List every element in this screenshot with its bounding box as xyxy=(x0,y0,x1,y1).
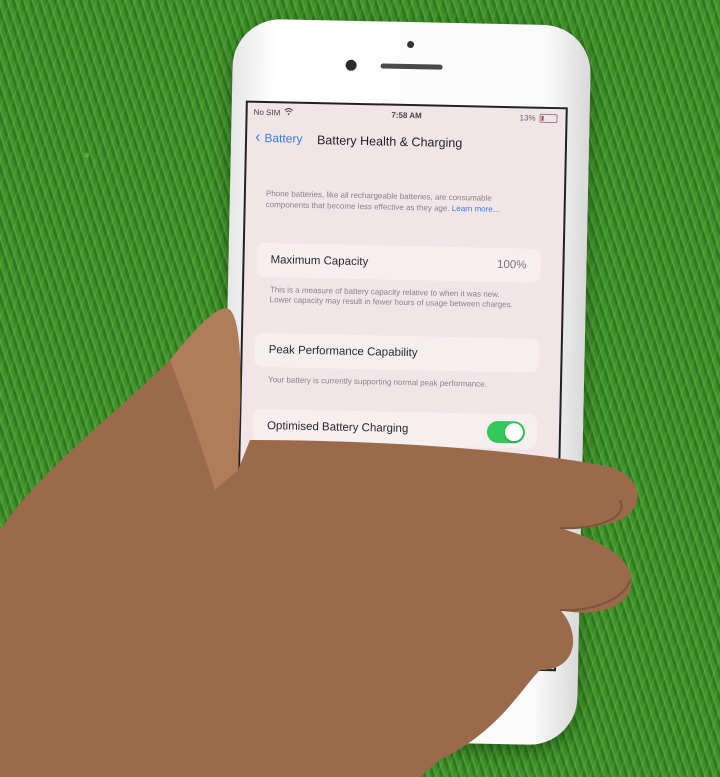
peak-performance-label: Peak Performance Capability xyxy=(268,344,418,360)
maximum-capacity-value: 100% xyxy=(496,258,527,272)
toggle-knob xyxy=(504,423,524,442)
maximum-capacity-row: Maximum Capacity 100% xyxy=(256,242,541,283)
iphone-device: No SIM 7:58 AM 13% ‹ Battery Battery Hea… xyxy=(218,18,592,746)
home-button[interactable] xyxy=(353,660,399,706)
back-button-label: Battery xyxy=(264,131,303,146)
battery-icon xyxy=(539,113,558,124)
phone-screen: No SIM 7:58 AM 13% ‹ Battery Battery Hea… xyxy=(234,100,568,672)
navigation-bar: ‹ Battery Battery Health & Charging xyxy=(247,123,566,160)
maximum-capacity-label: Maximum Capacity xyxy=(270,254,369,269)
back-button[interactable]: ‹ Battery xyxy=(254,128,303,146)
optimised-charging-row: Optimised Battery Charging xyxy=(252,408,538,449)
front-sensor xyxy=(406,40,415,49)
optimised-charging-toggle[interactable] xyxy=(486,420,526,444)
front-camera-icon xyxy=(345,59,357,71)
page-title: Battery Health & Charging xyxy=(316,133,463,151)
optimised-charging-caption: To reduce battery ageing, iPhone learns … xyxy=(265,451,499,481)
status-time: 7:58 AM xyxy=(391,110,422,121)
optimised-charging-label: Optimised Battery Charging xyxy=(266,420,409,436)
peak-performance-caption: Your battery is currently supporting nor… xyxy=(267,375,488,389)
maximum-capacity-caption: This is a measure of battery capacity re… xyxy=(269,285,513,310)
earpiece-speaker xyxy=(380,63,443,70)
battery-percentage: 13% xyxy=(519,113,536,123)
chevron-left-icon: ‹ xyxy=(254,128,261,146)
intro-description: Phone batteries, like all rechargeable b… xyxy=(266,188,516,215)
peak-performance-row: Peak Performance Capability xyxy=(254,332,539,373)
learn-more-link[interactable]: Learn more... xyxy=(452,204,500,214)
